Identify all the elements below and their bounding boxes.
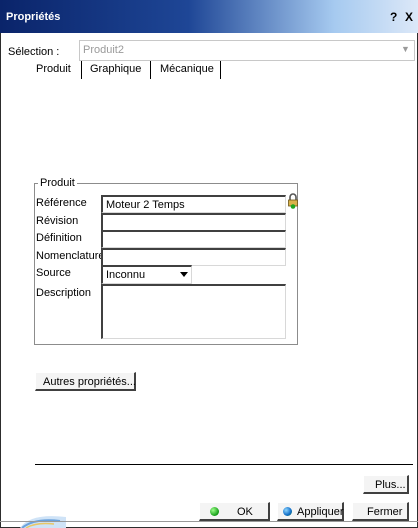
- tab-separator: [81, 61, 82, 79]
- revision-field[interactable]: [101, 213, 286, 231]
- revision-label: Révision: [36, 215, 79, 227]
- reference-value: Moteur 2 Temps: [106, 199, 185, 211]
- close-window-button[interactable]: X: [403, 10, 415, 24]
- ok-button[interactable]: OK: [199, 502, 270, 521]
- tab-separator: [220, 61, 221, 79]
- ok-label: OK: [237, 506, 253, 518]
- source-value: Inconnu: [106, 269, 146, 281]
- source-label: Source: [36, 267, 71, 279]
- properties-dialog: Propriétés ? X Sélection : Produit2 ▼ Pr…: [0, 0, 418, 528]
- close-label: Fermer: [367, 506, 403, 518]
- nomenclature-field[interactable]: [101, 248, 286, 266]
- selection-value: Produit2: [83, 44, 124, 56]
- definition-field[interactable]: [101, 230, 286, 248]
- chevron-down-icon[interactable]: [180, 272, 188, 277]
- group-legend: Produit: [38, 177, 77, 189]
- green-light-icon: [210, 507, 219, 516]
- title-buttons: ? X: [388, 10, 415, 24]
- other-properties-button[interactable]: Autres propriétés...: [35, 372, 136, 391]
- definition-label: Définition: [36, 232, 82, 244]
- tab-graphique[interactable]: Graphique: [90, 63, 141, 75]
- apply-button[interactable]: Appliquer: [277, 502, 344, 521]
- reference-field[interactable]: Moteur 2 Temps: [101, 195, 286, 213]
- tab-mecanique[interactable]: Mécanique: [160, 63, 214, 75]
- dropdown-arrow-icon[interactable]: ▼: [399, 43, 412, 56]
- description-textarea[interactable]: [101, 284, 286, 339]
- more-label: Plus...: [375, 479, 406, 491]
- tab-separator: [150, 61, 151, 79]
- reference-label: Référence: [36, 197, 87, 209]
- selection-label: Sélection :: [8, 46, 60, 58]
- bottom-edge: [0, 521, 418, 522]
- nomenclature-label: Nomenclature: [36, 250, 105, 262]
- source-combo[interactable]: Inconnu: [101, 265, 192, 284]
- description-label: Description: [36, 287, 92, 299]
- more-button[interactable]: Plus...: [363, 475, 409, 494]
- tab-produit[interactable]: Produit: [36, 63, 71, 75]
- corner-graphic-icon: [20, 516, 66, 528]
- padlock-icon[interactable]: [287, 193, 299, 209]
- apply-label: Appliquer: [297, 506, 344, 518]
- other-properties-label: Autres propriétés...: [43, 376, 136, 388]
- window-title: Propriétés: [6, 11, 61, 23]
- selection-combo[interactable]: Produit2 ▼: [79, 40, 415, 61]
- title-bar[interactable]: Propriétés ? X: [0, 0, 418, 33]
- close-button[interactable]: Fermer: [352, 502, 409, 521]
- help-button[interactable]: ?: [388, 10, 400, 24]
- apply-icon: [283, 507, 292, 516]
- divider: [35, 464, 413, 465]
